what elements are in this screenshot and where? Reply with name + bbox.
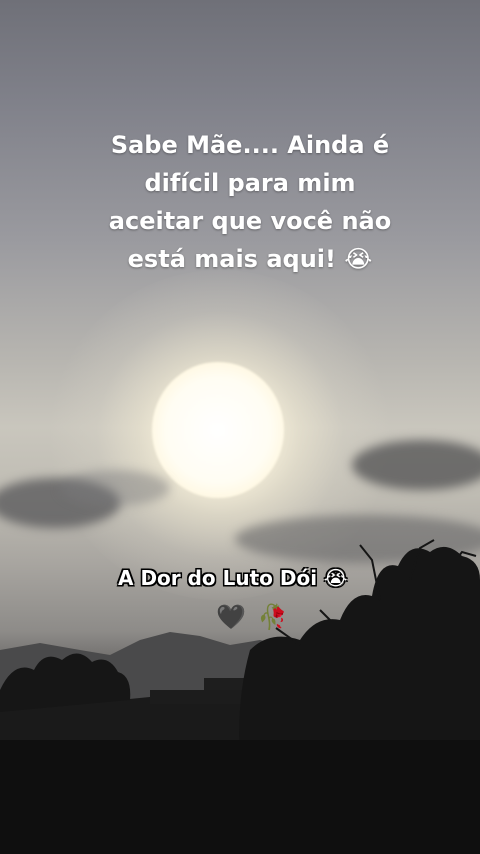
wilted-rose-icon: 🥀 (257, 603, 288, 631)
sunset-photo: Sabe Mãe.... Ainda é difícil para mim ac… (0, 0, 480, 854)
grief-caption: A Dor do Luto Dói 😭 (118, 566, 348, 590)
message-line-2: difícil para mim (144, 169, 356, 197)
message-text: Sabe Mãe.... Ainda é difícil para mim ac… (60, 126, 440, 278)
black-heart-icon: 🖤 (216, 603, 246, 631)
message-line-4: está mais aqui! 😭 (127, 245, 373, 273)
dark-foreground (0, 740, 480, 854)
message-line-3: aceitar que você não (108, 207, 392, 235)
message-line-1: Sabe Mãe.... Ainda é (110, 131, 390, 159)
emoji-row: 🖤 🥀 (216, 602, 291, 632)
